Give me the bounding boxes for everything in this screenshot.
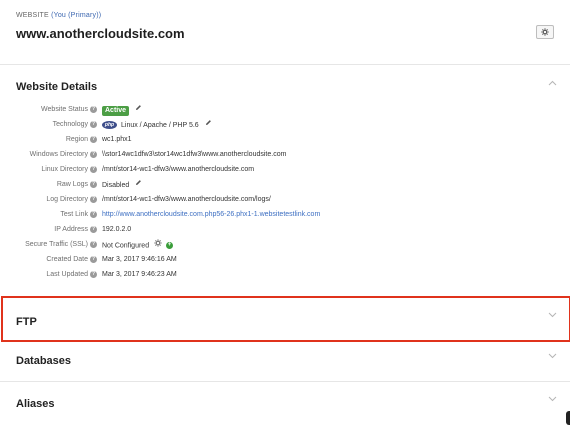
settings-button[interactable] [536,25,554,39]
row-label: Log Directory [46,196,88,203]
ssl-value: Not Configured [102,242,150,250]
detail-row-linux-directory: Linux Directory ? /mnt/stor14-wc1-dfw3/w… [0,164,570,176]
row-value: \\stor14wc1dfw3\stor14wc1dfw3\www.anothe… [102,151,287,158]
row-value: http://www.anothercloudsite.com.php56-26… [102,209,320,221]
row-label: Secure Traffic (SSL) [25,241,88,248]
row-label: Windows Directory [29,151,88,158]
help-icon[interactable]: ? [90,106,97,113]
row-label: Website Status [41,106,88,113]
row-label: Raw Logs [56,181,88,188]
eyebrow: WEBSITE (You (Primary)) [16,12,101,19]
row-value: 192.0.2.0 [102,226,132,233]
help-icon[interactable]: ? [90,181,97,188]
detail-row-region: Region ? wc1.phx1 [0,134,570,146]
row-value: Active [102,104,142,117]
scrollbar-thumb[interactable] [566,411,570,425]
row-label: Created Date [46,256,88,263]
gear-icon [541,23,549,41]
detail-row-windows-directory: Windows Directory ? \\stor14wc1dfw3\stor… [0,149,570,161]
add-ssl-icon[interactable]: + [166,242,173,249]
chevron-down-icon[interactable] [548,312,557,318]
page-title: www.anothercloudsite.com [16,26,185,41]
ftp-section[interactable] [1,296,570,342]
help-icon[interactable]: ? [90,136,97,143]
row-label: Last Updated [46,271,88,278]
raw-logs-value: Disabled [102,181,130,189]
status-badge: Active [102,105,130,116]
detail-row-ip-address: IP Address ? 192.0.2.0 [0,224,570,236]
row-label: Technology [52,121,88,128]
test-link[interactable]: http://www.anothercloudsite.com.php56-26… [102,211,320,218]
pencil-icon[interactable] [135,179,142,191]
chevron-down-icon[interactable] [548,353,557,359]
pencil-icon[interactable] [135,104,142,116]
row-value: wc1.phx1 [102,136,132,143]
website-header: WEBSITE (You (Primary)) www.anothercloud… [0,0,570,65]
chevron-up-icon[interactable] [548,80,557,86]
detail-row-last-updated: Last Updated ? Mar 3, 2017 9:46:23 AM [0,269,570,281]
row-value: Disabled [102,179,142,192]
detail-row-log-directory: Log Directory ? /mnt/stor14-wc1-dfw3/www… [0,194,570,206]
help-icon[interactable]: ? [90,241,97,248]
row-label: Test Link [60,211,88,218]
row-value: php Linux / Apache / PHP 5.6 [102,119,212,132]
detail-row-ssl: Secure Traffic (SSL) ? Not Configured + [0,239,570,251]
chevron-down-icon[interactable] [548,396,557,402]
help-icon[interactable]: ? [90,121,97,128]
help-icon[interactable]: ? [90,166,97,173]
row-value: Mar 3, 2017 9:46:16 AM [102,256,177,263]
ftp-section-title[interactable]: FTP [16,316,37,328]
detail-row-technology: Technology ? php Linux / Apache / PHP 5.6 [0,119,570,131]
gear-icon[interactable] [154,239,162,252]
row-value: /mnt/stor14-wc1-dfw3/www.anothercloudsit… [102,166,255,173]
detail-row-raw-logs: Raw Logs ? Disabled [0,179,570,191]
section-divider [0,381,570,382]
help-icon[interactable]: ? [90,211,97,218]
pencil-icon[interactable] [205,119,212,131]
help-icon[interactable]: ? [90,256,97,263]
row-label: Linux Directory [41,166,88,173]
row-label: IP Address [54,226,88,233]
databases-section-title[interactable]: Databases [16,355,71,367]
detail-row-status: Website Status ? Active [0,104,570,116]
help-icon[interactable]: ? [90,151,97,158]
row-label: Region [65,136,88,143]
technology-value: Linux / Apache / PHP 5.6 [121,121,199,129]
help-icon[interactable]: ? [90,196,97,203]
detail-row-test-link: Test Link ? http://www.anothercloudsite.… [0,209,570,221]
aliases-section-title[interactable]: Aliases [16,398,55,410]
row-value: Not Configured + [102,239,173,252]
php-logo: php [102,121,117,129]
detail-row-created-date: Created Date ? Mar 3, 2017 9:46:16 AM [0,254,570,266]
owner-label[interactable]: (You (Primary)) [51,12,101,19]
help-icon[interactable]: ? [90,271,97,278]
help-icon[interactable]: ? [90,226,97,233]
eyebrow-label: WEBSITE [16,12,49,19]
row-value: /mnt/stor14-wc1-dfw3/www.anothercloudsit… [102,196,271,203]
row-value: Mar 3, 2017 9:46:23 AM [102,271,177,278]
website-details-title[interactable]: Website Details [16,81,97,93]
